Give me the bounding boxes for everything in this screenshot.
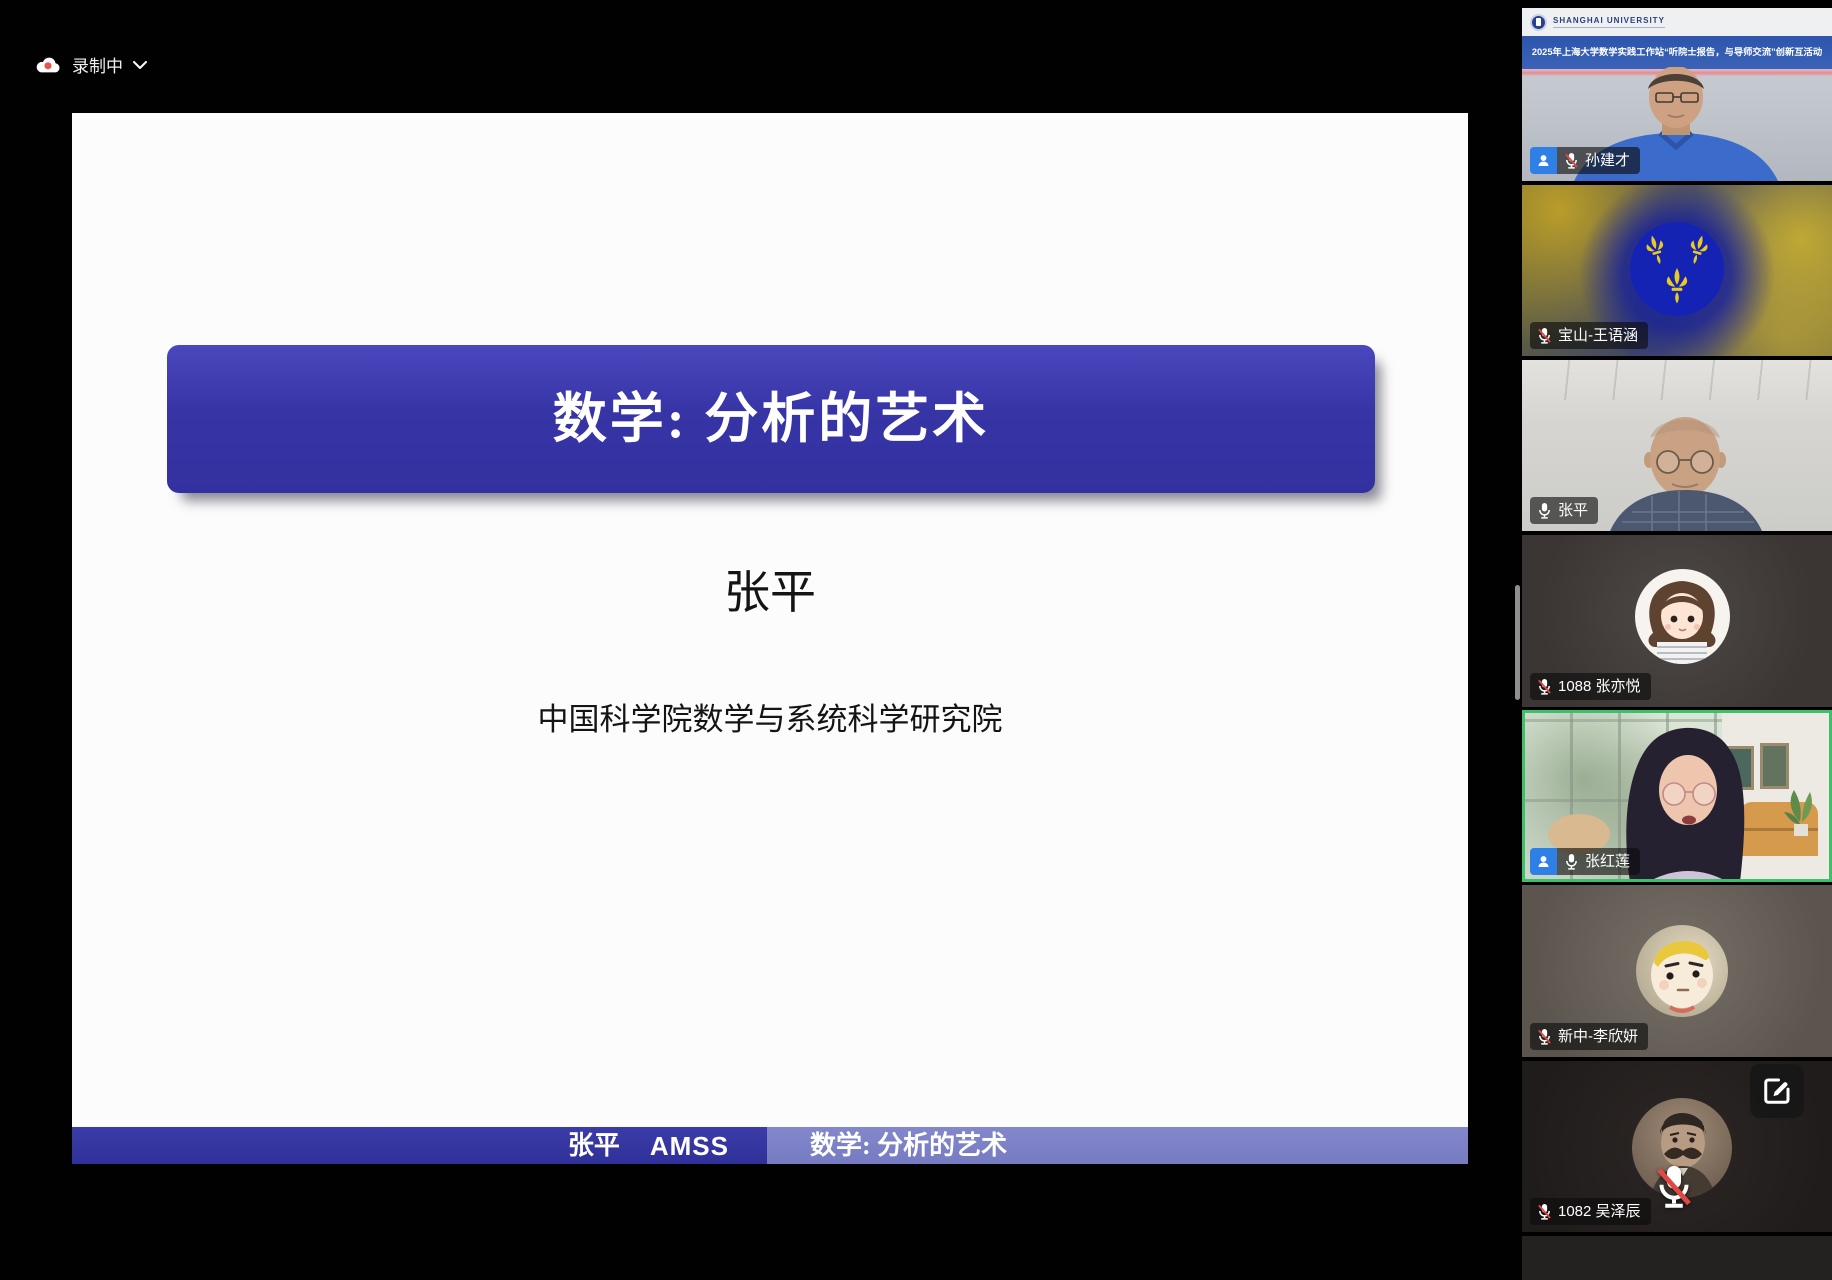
participant-label: 1088 张亦悦 xyxy=(1530,673,1651,700)
mic-muted-icon xyxy=(1537,327,1552,344)
slide-footer: 张平 AMSS 数学: 分析的艺术 xyxy=(72,1127,1468,1164)
mic-muted-icon xyxy=(1537,678,1552,695)
shared-slide: 数学: 分析的艺术 张平 中国科学院数学与系统科学研究院 张平 AMSS 数学:… xyxy=(72,113,1468,1163)
participant-tile-baoshan-wang-yuhan[interactable]: 宝山-王语涵 xyxy=(1522,185,1832,356)
university-name: SHANGHAI UNIVERSITY xyxy=(1553,17,1665,28)
cloud-recording-icon xyxy=(34,54,62,75)
participant-name: 张平 xyxy=(1558,503,1588,518)
participant-name: 1082 吴泽辰 xyxy=(1558,1204,1641,1219)
slide-institution: 中国科学院数学与系统科学研究院 xyxy=(72,697,1468,743)
participant-tile-sun-jiancai[interactable]: SHANGHAI UNIVERSITY 2025年上海大学数学实践工作站“听院士… xyxy=(1522,8,1832,181)
footer-affiliation: AMSS xyxy=(650,1133,729,1159)
mic-on-icon xyxy=(1564,853,1579,870)
participant-label: 新中-李欣妍 xyxy=(1530,1023,1648,1050)
participant-label: 孙建才 xyxy=(1530,147,1640,174)
mic-on-icon xyxy=(1537,502,1552,519)
mic-muted-icon xyxy=(1537,1203,1552,1220)
participant-label: 张红莲 xyxy=(1530,848,1640,875)
big-mic-muted-icon xyxy=(1654,1161,1694,1211)
university-logo-icon xyxy=(1530,14,1547,31)
pencil-icon xyxy=(1762,1076,1792,1106)
participant-tile-zhang-honglian[interactable]: 张红莲 xyxy=(1522,710,1832,882)
footer-presenter: 张平 xyxy=(568,1133,620,1159)
doll-avatar xyxy=(1636,925,1728,1017)
recording-label: 录制中 xyxy=(72,52,123,77)
participant-name: 宝山-王语涵 xyxy=(1558,328,1638,343)
slide-footer-right: 数学: 分析的艺术 xyxy=(767,1127,1468,1164)
slide-footer-left: 张平 AMSS xyxy=(72,1127,767,1164)
participant-name: 新中-李欣妍 xyxy=(1558,1029,1638,1044)
footer-title: 数学: 分析的艺术 xyxy=(810,1133,1007,1159)
participant-label: 1082 吴泽辰 xyxy=(1530,1198,1651,1225)
participants-scrollbar[interactable] xyxy=(1515,585,1520,700)
person-badge-icon xyxy=(1530,848,1557,875)
cartoon-girl-avatar xyxy=(1635,569,1730,664)
chevron-down-icon[interactable] xyxy=(133,61,147,69)
participant-label: 张平 xyxy=(1530,497,1598,524)
mic-muted-icon xyxy=(1564,152,1579,169)
participant-name: 1088 张亦悦 xyxy=(1558,679,1641,694)
participant-label: 宝山-王语涵 xyxy=(1530,322,1648,349)
slide-title-banner: 数学: 分析的艺术 xyxy=(167,345,1375,493)
participant-name: 孙建才 xyxy=(1585,153,1630,168)
participant-tile-wu-zechen[interactable]: 1082 吴泽辰 xyxy=(1522,1061,1832,1232)
recording-indicator[interactable]: 录制中 xyxy=(34,52,147,77)
slide-author: 张平 xyxy=(72,565,1468,621)
participant-tile-partial[interactable] xyxy=(1522,1236,1832,1280)
mic-muted-icon xyxy=(1537,1028,1552,1045)
participant-tile-li-xinyan[interactable]: 新中-李欣妍 xyxy=(1522,885,1832,1057)
annotate-pencil-button[interactable] xyxy=(1750,1064,1804,1118)
participant-tile-zhang-yiyue[interactable]: 1088 张亦悦 xyxy=(1522,535,1832,707)
person-badge-icon xyxy=(1530,147,1557,174)
participant-tile-zhang-ping[interactable]: 张平 xyxy=(1522,360,1832,531)
fleur-de-lis-avatar xyxy=(1630,222,1724,316)
slide-title: 数学: 分析的艺术 xyxy=(553,392,989,446)
event-banner: 2025年上海大学数学实践工作站“听院士报告，与导师交流”创新互活动 xyxy=(1522,36,1832,69)
participant-name: 张红莲 xyxy=(1585,854,1630,869)
meeting-window: 录制中 数学: 分析的艺术 张平 中国科学院数学与系统科学研究院 张平 AMSS… xyxy=(0,0,1832,1280)
